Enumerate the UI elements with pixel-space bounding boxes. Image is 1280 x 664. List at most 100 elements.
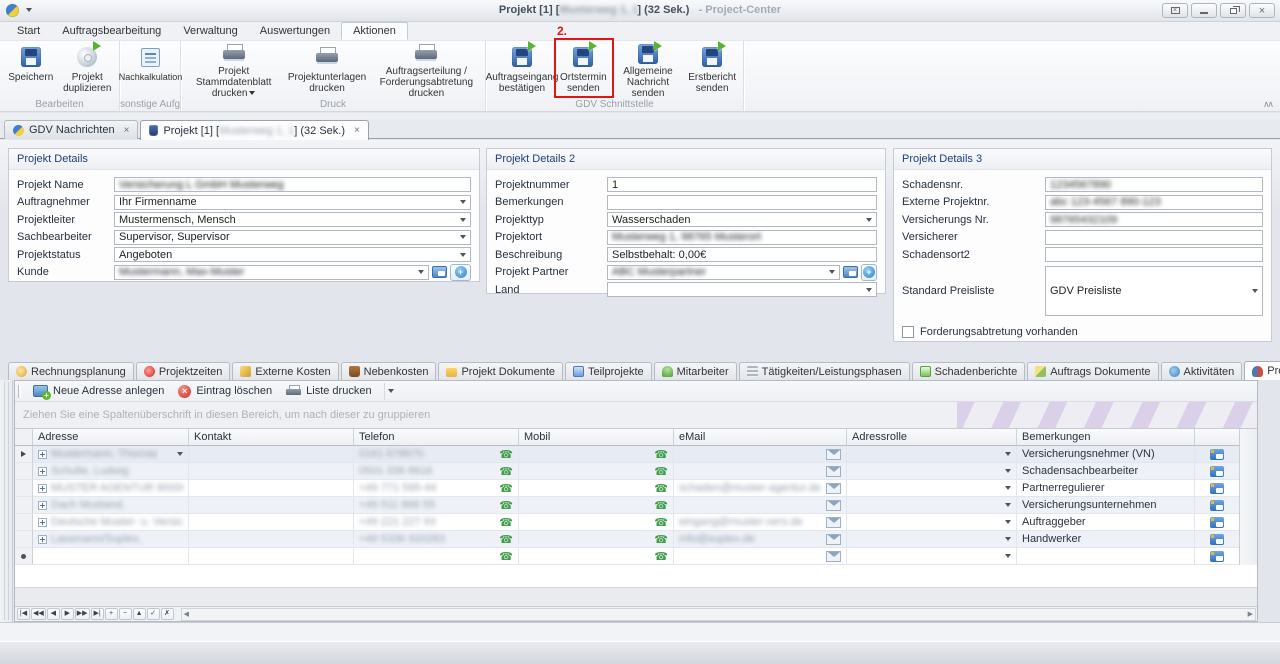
chevron-down-icon[interactable]: [1005, 503, 1011, 507]
cell-mobil[interactable]: [519, 446, 674, 463]
doc-tab-projekt[interactable]: Projekt [1] [Musterweg 1, 1] (32 Sek.) ×: [140, 120, 368, 140]
email-icon[interactable]: [826, 517, 841, 528]
table-row[interactable]: Deutsche Muster- u. Versicherung AG +49 …: [15, 514, 1239, 531]
cell-kontakt[interactable]: [189, 480, 354, 497]
erstbericht-senden-button[interactable]: Erstbericht senden: [684, 42, 740, 98]
auftragnehmer-select[interactable]: Ihr Firmenname: [114, 195, 471, 210]
minimize-button[interactable]: [1191, 3, 1217, 18]
note-icon[interactable]: [1210, 449, 1224, 460]
cell-actions[interactable]: [1195, 531, 1239, 548]
cell-email[interactable]: [674, 463, 847, 480]
table-row[interactable]: Mustermann, Thomas 0161 678970 Versicher…: [15, 446, 1239, 463]
ribbon-tab-start[interactable]: Start: [6, 22, 51, 40]
cell-actions[interactable]: [1195, 514, 1239, 531]
phone-icon[interactable]: [654, 550, 668, 563]
nav-last-button[interactable]: ▶|: [91, 608, 104, 620]
cell-telefon[interactable]: [354, 548, 519, 565]
cell-bemerkungen[interactable]: Auftraggeber: [1017, 514, 1195, 531]
email-icon[interactable]: [826, 449, 841, 460]
expand-icon[interactable]: [38, 467, 47, 476]
group-by-panel[interactable]: Ziehen Sie eine Spaltenüberschrift in di…: [15, 402, 1257, 429]
bemerkungen-input[interactable]: [607, 195, 877, 210]
cell-kontakt[interactable]: [189, 497, 354, 514]
auftragseingang-bestaetigen-button[interactable]: Auftragseingang bestätigen: [489, 42, 555, 98]
expand-icon[interactable]: [38, 484, 47, 493]
sachbearbeiter-select[interactable]: Supervisor, Supervisor: [114, 230, 471, 245]
projekttyp-select[interactable]: Wasserschaden: [607, 212, 877, 227]
open-record-icon[interactable]: [432, 266, 447, 278]
note-icon[interactable]: [1210, 500, 1224, 511]
stammdatenblatt-drucken-button[interactable]: Projekt Stammdatenblatt drucken: [184, 42, 283, 98]
beschreibung-input[interactable]: Selbstbehalt: 0,00€: [607, 247, 877, 262]
nav-next-page-button[interactable]: ▶▶: [75, 608, 90, 620]
neue-adresse-anlegen-button[interactable]: Neue Adresse anlegen: [29, 384, 168, 398]
note-icon[interactable]: [1210, 551, 1224, 562]
cell-telefon[interactable]: +49 5336 920283: [354, 531, 519, 548]
note-icon[interactable]: [1210, 534, 1224, 545]
cell-telefon[interactable]: +49 771 595-44: [354, 480, 519, 497]
chevron-down-icon[interactable]: [177, 452, 183, 456]
email-icon[interactable]: [826, 534, 841, 545]
cell-mobil[interactable]: [519, 531, 674, 548]
eintrag-loeschen-button[interactable]: Eintrag löschen: [174, 384, 276, 399]
projektunterlagen-drucken-button[interactable]: Projektunterlagen drucken: [283, 42, 370, 98]
cell-adresse[interactable]: Lassmann/Suplex,: [33, 531, 189, 548]
liste-drucken-button[interactable]: Liste drucken: [282, 384, 375, 399]
tab-close-icon[interactable]: ×: [124, 125, 130, 136]
ortstermin-senden-button[interactable]: Ortstermin senden: [555, 42, 612, 98]
cell-mobil[interactable]: [519, 497, 674, 514]
phone-icon[interactable]: [654, 448, 668, 461]
open-record-icon[interactable]: [843, 266, 858, 278]
email-icon[interactable]: [826, 551, 841, 562]
toolbar-overflow-button[interactable]: [384, 383, 397, 400]
cell-adressrolle[interactable]: [847, 531, 1017, 548]
projekt-duplizieren-button[interactable]: Projekt duplizieren: [59, 42, 116, 98]
ribbon-collapse-icon[interactable]: [1263, 99, 1272, 110]
cell-kontakt[interactable]: [189, 531, 354, 548]
phone-icon[interactable]: [499, 516, 513, 529]
cell-email[interactable]: eingang@muster-vers.de: [674, 514, 847, 531]
expand-icon[interactable]: [38, 535, 47, 544]
expand-icon[interactable]: [38, 450, 47, 459]
cell-adresse[interactable]: Schulte, Ludwig: [33, 463, 189, 480]
close-button[interactable]: [1249, 3, 1275, 18]
cell-actions[interactable]: [1195, 497, 1239, 514]
standard-preisliste-select[interactable]: GDV Preisliste: [1045, 266, 1263, 316]
header-email[interactable]: eMail: [674, 429, 847, 446]
tab-projektzeiten[interactable]: Projektzeiten: [136, 362, 231, 380]
chevron-down-icon[interactable]: [1005, 520, 1011, 524]
tab-externe-kosten[interactable]: Externe Kosten: [232, 362, 338, 380]
table-row-new[interactable]: [15, 548, 1239, 565]
cell-kontakt[interactable]: [189, 463, 354, 480]
projekt-partner-select[interactable]: ABC Musterpartner: [607, 265, 840, 280]
note-icon[interactable]: [1210, 517, 1224, 528]
header-telefon[interactable]: Telefon: [354, 429, 519, 446]
header-adressrolle[interactable]: Adressrolle: [847, 429, 1017, 446]
cell-telefon[interactable]: 0161 678970: [354, 446, 519, 463]
nav-cancel-button[interactable]: ✗: [161, 608, 174, 620]
cell-email[interactable]: [674, 548, 847, 565]
cell-adresse[interactable]: [33, 548, 189, 565]
chevron-down-icon[interactable]: [1005, 452, 1011, 456]
projekt-name-input[interactable]: Versicherung L GmbH Musterweg: [114, 177, 471, 192]
cell-adressrolle[interactable]: [847, 480, 1017, 497]
table-row[interactable]: MUSTER AGENTUR 90000 XY 99 +49 771 595-4…: [15, 480, 1239, 497]
cell-kontakt[interactable]: [189, 514, 354, 531]
cell-bemerkungen[interactable]: Versicherungsnehmer (VN): [1017, 446, 1195, 463]
kunde-select[interactable]: Mustermann, Max-Muster: [114, 265, 429, 280]
note-icon[interactable]: [1210, 483, 1224, 494]
tab-projekt-dokumente[interactable]: Projekt Dokumente: [438, 362, 563, 380]
tab-mitarbeiter[interactable]: Mitarbeiter: [654, 362, 737, 380]
nav-prev-button[interactable]: ◀: [47, 608, 60, 620]
cell-adressrolle[interactable]: [847, 497, 1017, 514]
schadensnr-input[interactable]: 1234567890: [1045, 177, 1263, 192]
horizontal-scrollbar[interactable]: ◀▶: [181, 608, 1256, 621]
expand-icon[interactable]: [38, 518, 47, 527]
externe-projektnr-input[interactable]: abc 123-4567 890-123: [1045, 195, 1263, 210]
phone-icon[interactable]: [654, 499, 668, 512]
cell-kontakt[interactable]: [189, 548, 354, 565]
add-kunde-button[interactable]: +: [450, 264, 471, 281]
header-mobil[interactable]: Mobil: [519, 429, 674, 446]
cell-telefon[interactable]: +49 511 868 55: [354, 497, 519, 514]
cell-adressrolle[interactable]: [847, 446, 1017, 463]
